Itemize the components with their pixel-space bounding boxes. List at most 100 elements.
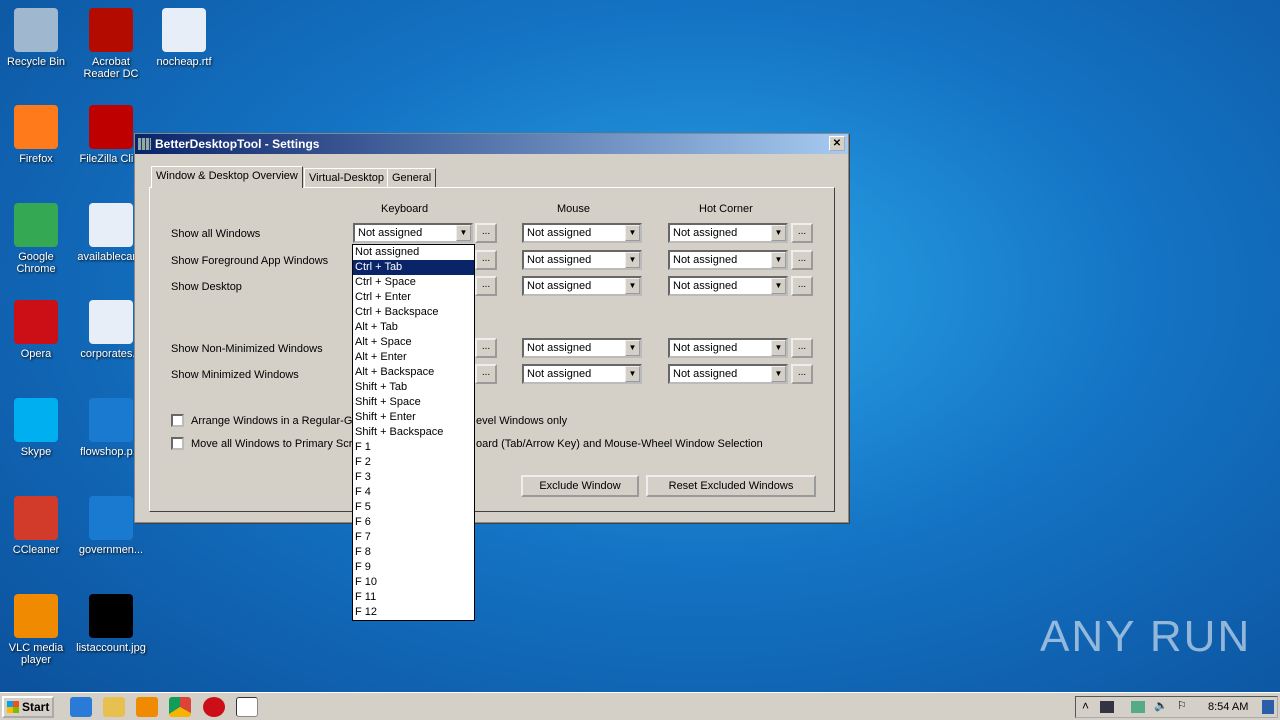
desktop-icon[interactable]: Skype bbox=[0, 398, 72, 458]
show-desktop-icon[interactable] bbox=[1262, 700, 1274, 714]
chevron-down-icon[interactable]: ▼ bbox=[456, 225, 471, 241]
dropdown-option[interactable]: Shift + Enter bbox=[353, 410, 474, 425]
dropdown-option[interactable]: F 8 bbox=[353, 545, 474, 560]
ie-icon[interactable] bbox=[70, 697, 92, 717]
row-label: Show Desktop bbox=[171, 281, 242, 293]
dropdown-option[interactable]: Ctrl + Space bbox=[353, 275, 474, 290]
dropdown-option[interactable]: Ctrl + Backspace bbox=[353, 305, 474, 320]
dropdown-option[interactable]: F 12 bbox=[353, 605, 474, 620]
desktop-icon[interactable]: Acrobat Reader DC bbox=[75, 8, 147, 80]
desktop-icon[interactable]: Recycle Bin bbox=[0, 8, 72, 68]
clock[interactable]: 8:54 AM bbox=[1208, 701, 1248, 713]
chevron-down-icon[interactable]: ▼ bbox=[771, 366, 786, 382]
corner-more-button[interactable]: ... bbox=[791, 338, 813, 358]
combo-value: Not assigned bbox=[527, 227, 592, 239]
tray-expand-icon[interactable]: ˄ bbox=[1082, 699, 1089, 713]
start-button[interactable]: Start bbox=[2, 696, 54, 718]
combo-value: Not assigned bbox=[527, 368, 592, 380]
chevron-down-icon[interactable]: ▼ bbox=[771, 252, 786, 268]
mouse-combo[interactable]: Not assigned ▼ bbox=[522, 338, 642, 358]
keyboard-combo[interactable]: Not assigned ▼ bbox=[353, 223, 473, 243]
desktop-icon[interactable]: Google Chrome bbox=[0, 203, 72, 275]
desktop-icon[interactable]: Opera bbox=[0, 300, 72, 360]
chevron-down-icon[interactable]: ▼ bbox=[771, 340, 786, 356]
exclude-window-button[interactable]: Exclude Window bbox=[521, 475, 639, 497]
watermark: ANY RUN bbox=[1040, 612, 1252, 661]
keyboard-dropdown-list[interactable]: Not assigned Ctrl + Tab Ctrl + Space Ctrl +… bbox=[352, 244, 475, 621]
tab-overview[interactable]: Window & Desktop Overview bbox=[151, 166, 303, 188]
desktop-icon[interactable]: CCleaner bbox=[0, 496, 72, 556]
row-label: Show all Windows bbox=[171, 228, 261, 240]
dropdown-option[interactable]: Ctrl + Tab bbox=[353, 260, 474, 275]
tab-virtual-desktop[interactable]: Virtual-Desktop bbox=[304, 168, 389, 188]
reset-excluded-button[interactable]: Reset Excluded Windows bbox=[646, 475, 816, 497]
keyboard-more-button[interactable]: ... bbox=[475, 223, 497, 243]
dropdown-option[interactable]: F 1 bbox=[353, 440, 474, 455]
mouse-combo[interactable]: Not assigned ▼ bbox=[522, 223, 642, 243]
file-icon bbox=[89, 203, 133, 247]
dropdown-option[interactable]: Ctrl + Enter bbox=[353, 290, 474, 305]
tab-general[interactable]: General bbox=[387, 168, 437, 188]
dropdown-option[interactable]: F 3 bbox=[353, 470, 474, 485]
desktop-icon[interactable]: nocheap.rtf bbox=[148, 8, 220, 68]
explorer-icon[interactable] bbox=[103, 697, 125, 717]
dropdown-option[interactable]: F 4 bbox=[353, 485, 474, 500]
close-button[interactable]: ✕ bbox=[829, 136, 845, 151]
corner-combo[interactable]: Not assigned ▼ bbox=[668, 364, 788, 384]
dropdown-option[interactable]: Alt + Tab bbox=[353, 320, 474, 335]
bdt-tray-icon[interactable] bbox=[1100, 701, 1114, 713]
mouse-combo[interactable]: Not assigned ▼ bbox=[522, 250, 642, 270]
chevron-down-icon[interactable]: ▼ bbox=[625, 278, 640, 294]
opera-icon[interactable] bbox=[203, 697, 225, 717]
arrange-grid-label: Arrange Windows in a Regular-Gri bbox=[191, 415, 359, 427]
chevron-down-icon[interactable]: ▼ bbox=[771, 225, 786, 241]
desktop-icon[interactable]: VLC media player bbox=[0, 594, 72, 666]
chevron-down-icon[interactable]: ▼ bbox=[625, 340, 640, 356]
corner-combo[interactable]: Not assigned ▼ bbox=[668, 338, 788, 358]
chevron-down-icon[interactable]: ▼ bbox=[771, 278, 786, 294]
move-primary-checkbox[interactable] bbox=[171, 437, 184, 450]
dropdown-option[interactable]: F 5 bbox=[353, 500, 474, 515]
dropdown-option[interactable]: Not assigned bbox=[353, 245, 474, 260]
keyboard-more-button[interactable]: ... bbox=[475, 276, 497, 296]
chevron-down-icon[interactable]: ▼ bbox=[625, 366, 640, 382]
volume-icon[interactable]: 🔈 bbox=[1154, 699, 1168, 712]
corner-more-button[interactable]: ... bbox=[791, 250, 813, 270]
chrome-icon[interactable] bbox=[169, 697, 191, 717]
chevron-down-icon[interactable]: ▼ bbox=[625, 225, 640, 241]
dropdown-option[interactable]: Shift + Backspace bbox=[353, 425, 474, 440]
keyboard-more-button[interactable]: ... bbox=[475, 338, 497, 358]
network-icon[interactable] bbox=[1131, 701, 1145, 713]
move-primary-label: Move all Windows to Primary Scre bbox=[191, 438, 359, 450]
dropdown-option[interactable]: Alt + Backspace bbox=[353, 365, 474, 380]
dropdown-option[interactable]: F 10 bbox=[353, 575, 474, 590]
dropdown-option[interactable]: Shift + Space bbox=[353, 395, 474, 410]
flag-icon[interactable]: ⚐ bbox=[1177, 699, 1187, 712]
dropdown-option[interactable]: F 2 bbox=[353, 455, 474, 470]
chevron-down-icon[interactable]: ▼ bbox=[625, 252, 640, 268]
dropdown-option[interactable]: F 11 bbox=[353, 590, 474, 605]
arrange-grid-checkbox[interactable] bbox=[171, 414, 184, 427]
title-bar[interactable]: BetterDesktopTool - Settings ✕ bbox=[135, 134, 848, 154]
dropdown-option[interactable]: Shift + Tab bbox=[353, 380, 474, 395]
media-player-icon[interactable] bbox=[136, 697, 158, 717]
mouse-combo[interactable]: Not assigned ▼ bbox=[522, 364, 642, 384]
dropdown-option[interactable]: Alt + Enter bbox=[353, 350, 474, 365]
desktop-icon[interactable]: Firefox bbox=[0, 105, 72, 165]
keyboard-more-button[interactable]: ... bbox=[475, 364, 497, 384]
betterdesktoptool-task[interactable] bbox=[236, 697, 258, 717]
dropdown-option[interactable]: F 7 bbox=[353, 530, 474, 545]
dropdown-option[interactable]: F 6 bbox=[353, 515, 474, 530]
corner-more-button[interactable]: ... bbox=[791, 364, 813, 384]
mouse-combo[interactable]: Not assigned ▼ bbox=[522, 276, 642, 296]
corner-more-button[interactable]: ... bbox=[791, 276, 813, 296]
dropdown-option[interactable]: Alt + Space bbox=[353, 335, 474, 350]
dropdown-option[interactable]: F 9 bbox=[353, 560, 474, 575]
corner-combo[interactable]: Not assigned ▼ bbox=[668, 250, 788, 270]
corner-more-button[interactable]: ... bbox=[791, 223, 813, 243]
keyboard-more-button[interactable]: ... bbox=[475, 250, 497, 270]
corner-combo[interactable]: Not assigned ▼ bbox=[668, 223, 788, 243]
desktop-icon[interactable]: listaccount.jpg bbox=[75, 594, 147, 654]
corner-combo[interactable]: Not assigned ▼ bbox=[668, 276, 788, 296]
combo-value: Not assigned bbox=[673, 254, 738, 266]
